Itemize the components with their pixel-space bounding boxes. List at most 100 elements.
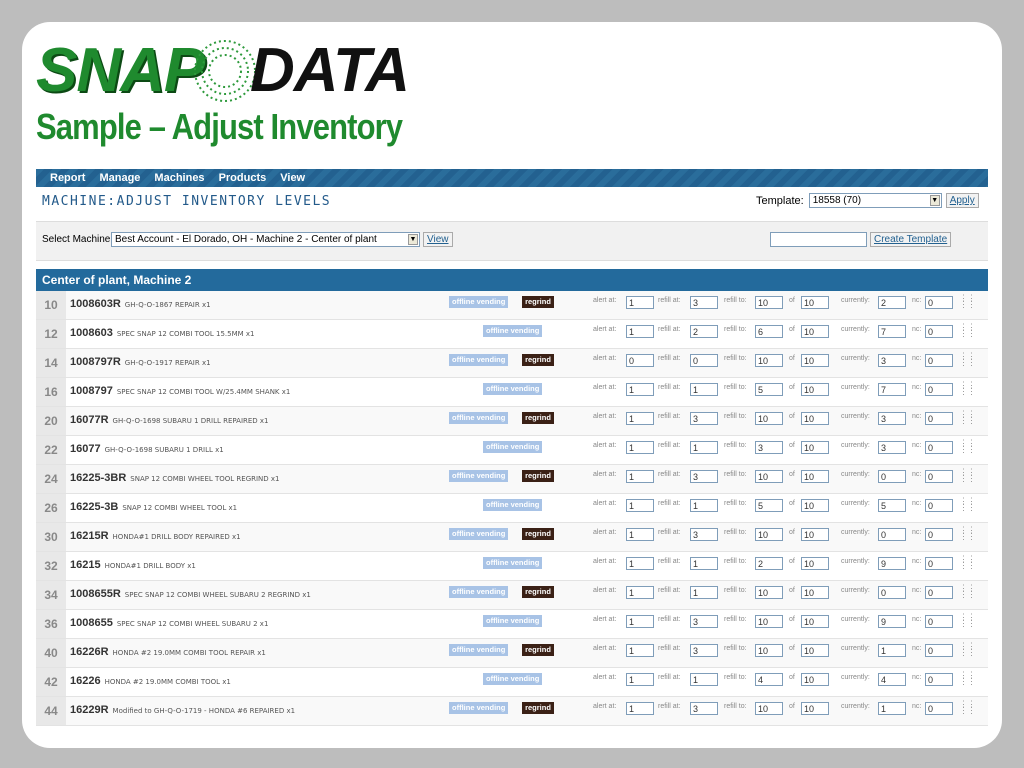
nc-input[interactable]: 0 [925, 673, 953, 686]
capacity-input[interactable]: 10 [801, 702, 829, 715]
refill-to-input[interactable]: 5 [755, 499, 783, 512]
product-code[interactable]: 1008797 SPEC SNAP 12 COMBI TOOL W/25.4MM … [70, 385, 290, 397]
product-code[interactable]: 16229R Modified to GH-Q-O-1719 - HONDA #6… [70, 704, 295, 716]
nc-input[interactable]: 0 [925, 296, 953, 309]
currently-input[interactable]: 1 [878, 702, 906, 715]
capacity-input[interactable]: 10 [801, 296, 829, 309]
refill-to-input[interactable]: 10 [755, 470, 783, 483]
menu-report[interactable]: Report [50, 172, 85, 184]
currently-input[interactable]: 0 [878, 586, 906, 599]
drag-handle-icon[interactable]: ⋮⋮ ⋮⋮ [959, 323, 976, 338]
alert-input[interactable]: 1 [626, 557, 654, 570]
drag-handle-icon[interactable]: ⋮⋮ ⋮⋮ [959, 294, 976, 309]
nc-input[interactable]: 0 [925, 325, 953, 338]
currently-input[interactable]: 2 [878, 296, 906, 309]
drag-handle-icon[interactable]: ⋮⋮ ⋮⋮ [959, 410, 976, 425]
alert-input[interactable]: 1 [626, 702, 654, 715]
template-name-input[interactable] [770, 232, 867, 247]
nc-input[interactable]: 0 [925, 470, 953, 483]
drag-handle-icon[interactable]: ⋮⋮ ⋮⋮ [959, 352, 976, 367]
refill-at-input[interactable]: 3 [690, 644, 718, 657]
drag-handle-icon[interactable]: ⋮⋮ ⋮⋮ [959, 468, 976, 483]
product-code[interactable]: 16215R HONDA#1 DRILL BODY REPAIRED x1 [70, 530, 241, 542]
alert-input[interactable]: 1 [626, 470, 654, 483]
alert-input[interactable]: 1 [626, 673, 654, 686]
currently-input[interactable]: 3 [878, 412, 906, 425]
product-code[interactable]: 16215 HONDA#1 DRILL BODY x1 [70, 559, 196, 571]
product-code[interactable]: 16226 HONDA #2 19.0MM COMBI TOOL x1 [70, 675, 231, 687]
create-template-button[interactable]: Create Template [870, 232, 952, 247]
product-code[interactable]: 16225-3B SNAP 12 COMBI WHEEL TOOL x1 [70, 501, 237, 513]
refill-at-input[interactable]: 3 [690, 412, 718, 425]
capacity-input[interactable]: 10 [801, 354, 829, 367]
refill-to-input[interactable]: 6 [755, 325, 783, 338]
capacity-input[interactable]: 10 [801, 499, 829, 512]
drag-handle-icon[interactable]: ⋮⋮ ⋮⋮ [959, 555, 976, 570]
refill-at-input[interactable]: 3 [690, 702, 718, 715]
drag-handle-icon[interactable]: ⋮⋮ ⋮⋮ [959, 497, 976, 512]
refill-at-input[interactable]: 3 [690, 615, 718, 628]
alert-input[interactable]: 1 [626, 383, 654, 396]
refill-at-input[interactable]: 1 [690, 557, 718, 570]
alert-input[interactable]: 0 [626, 354, 654, 367]
alert-input[interactable]: 1 [626, 615, 654, 628]
refill-to-input[interactable]: 10 [755, 528, 783, 541]
product-code[interactable]: 1008797R GH-Q-O-1917 REPAIR x1 [70, 356, 211, 368]
refill-to-input[interactable]: 10 [755, 702, 783, 715]
drag-handle-icon[interactable]: ⋮⋮ ⋮⋮ [959, 642, 976, 657]
refill-to-input[interactable]: 10 [755, 412, 783, 425]
product-code[interactable]: 16226R HONDA #2 19.0MM COMBI TOOL REPAIR … [70, 646, 266, 658]
capacity-input[interactable]: 10 [801, 586, 829, 599]
refill-to-input[interactable]: 2 [755, 557, 783, 570]
drag-handle-icon[interactable]: ⋮⋮ ⋮⋮ [959, 700, 976, 715]
view-button[interactable]: View [423, 232, 453, 247]
drag-handle-icon[interactable]: ⋮⋮ ⋮⋮ [959, 439, 976, 454]
nc-input[interactable]: 0 [925, 528, 953, 541]
refill-at-input[interactable]: 3 [690, 470, 718, 483]
apply-button[interactable]: Apply [945, 193, 979, 208]
currently-input[interactable]: 0 [878, 470, 906, 483]
drag-handle-icon[interactable]: ⋮⋮ ⋮⋮ [959, 526, 976, 541]
refill-to-input[interactable]: 10 [755, 354, 783, 367]
refill-at-input[interactable]: 3 [690, 296, 718, 309]
capacity-input[interactable]: 10 [801, 325, 829, 338]
nc-input[interactable]: 0 [925, 441, 953, 454]
nc-input[interactable]: 0 [925, 702, 953, 715]
refill-at-input[interactable]: 1 [690, 586, 718, 599]
nc-input[interactable]: 0 [925, 557, 953, 570]
currently-input[interactable]: 9 [878, 557, 906, 570]
currently-input[interactable]: 7 [878, 325, 906, 338]
menu-products[interactable]: Products [219, 172, 267, 184]
alert-input[interactable]: 1 [626, 586, 654, 599]
refill-to-input[interactable]: 4 [755, 673, 783, 686]
currently-input[interactable]: 4 [878, 673, 906, 686]
nc-input[interactable]: 0 [925, 644, 953, 657]
refill-at-input[interactable]: 1 [690, 441, 718, 454]
capacity-input[interactable]: 10 [801, 470, 829, 483]
nc-input[interactable]: 0 [925, 383, 953, 396]
capacity-input[interactable]: 10 [801, 557, 829, 570]
currently-input[interactable]: 3 [878, 354, 906, 367]
alert-input[interactable]: 1 [626, 499, 654, 512]
currently-input[interactable]: 1 [878, 644, 906, 657]
nc-input[interactable]: 0 [925, 412, 953, 425]
product-code[interactable]: 16077R GH-Q-O-1698 SUBARU 1 DRILL REPAIRE… [70, 414, 269, 426]
product-code[interactable]: 1008603 SPEC SNAP 12 COMBI TOOL 15.5MM x1 [70, 327, 255, 339]
capacity-input[interactable]: 10 [801, 528, 829, 541]
alert-input[interactable]: 1 [626, 441, 654, 454]
alert-input[interactable]: 1 [626, 412, 654, 425]
drag-handle-icon[interactable]: ⋮⋮ ⋮⋮ [959, 613, 976, 628]
product-code[interactable]: 1008655 SPEC SNAP 12 COMBI WHEEL SUBARU 2… [70, 617, 268, 629]
drag-handle-icon[interactable]: ⋮⋮ ⋮⋮ [959, 584, 976, 599]
product-code[interactable]: 1008655R SPEC SNAP 12 COMBI WHEEL SUBARU … [70, 588, 311, 600]
refill-at-input[interactable]: 3 [690, 528, 718, 541]
refill-to-input[interactable]: 10 [755, 644, 783, 657]
capacity-input[interactable]: 10 [801, 644, 829, 657]
menu-manage[interactable]: Manage [99, 172, 140, 184]
currently-input[interactable]: 7 [878, 383, 906, 396]
product-code[interactable]: 16077 GH-Q-O-1698 SUBARU 1 DRILL x1 [70, 443, 224, 455]
currently-input[interactable]: 5 [878, 499, 906, 512]
capacity-input[interactable]: 10 [801, 441, 829, 454]
product-code[interactable]: 1008603R GH-Q-O-1867 REPAIR x1 [70, 298, 211, 310]
nc-input[interactable]: 0 [925, 615, 953, 628]
